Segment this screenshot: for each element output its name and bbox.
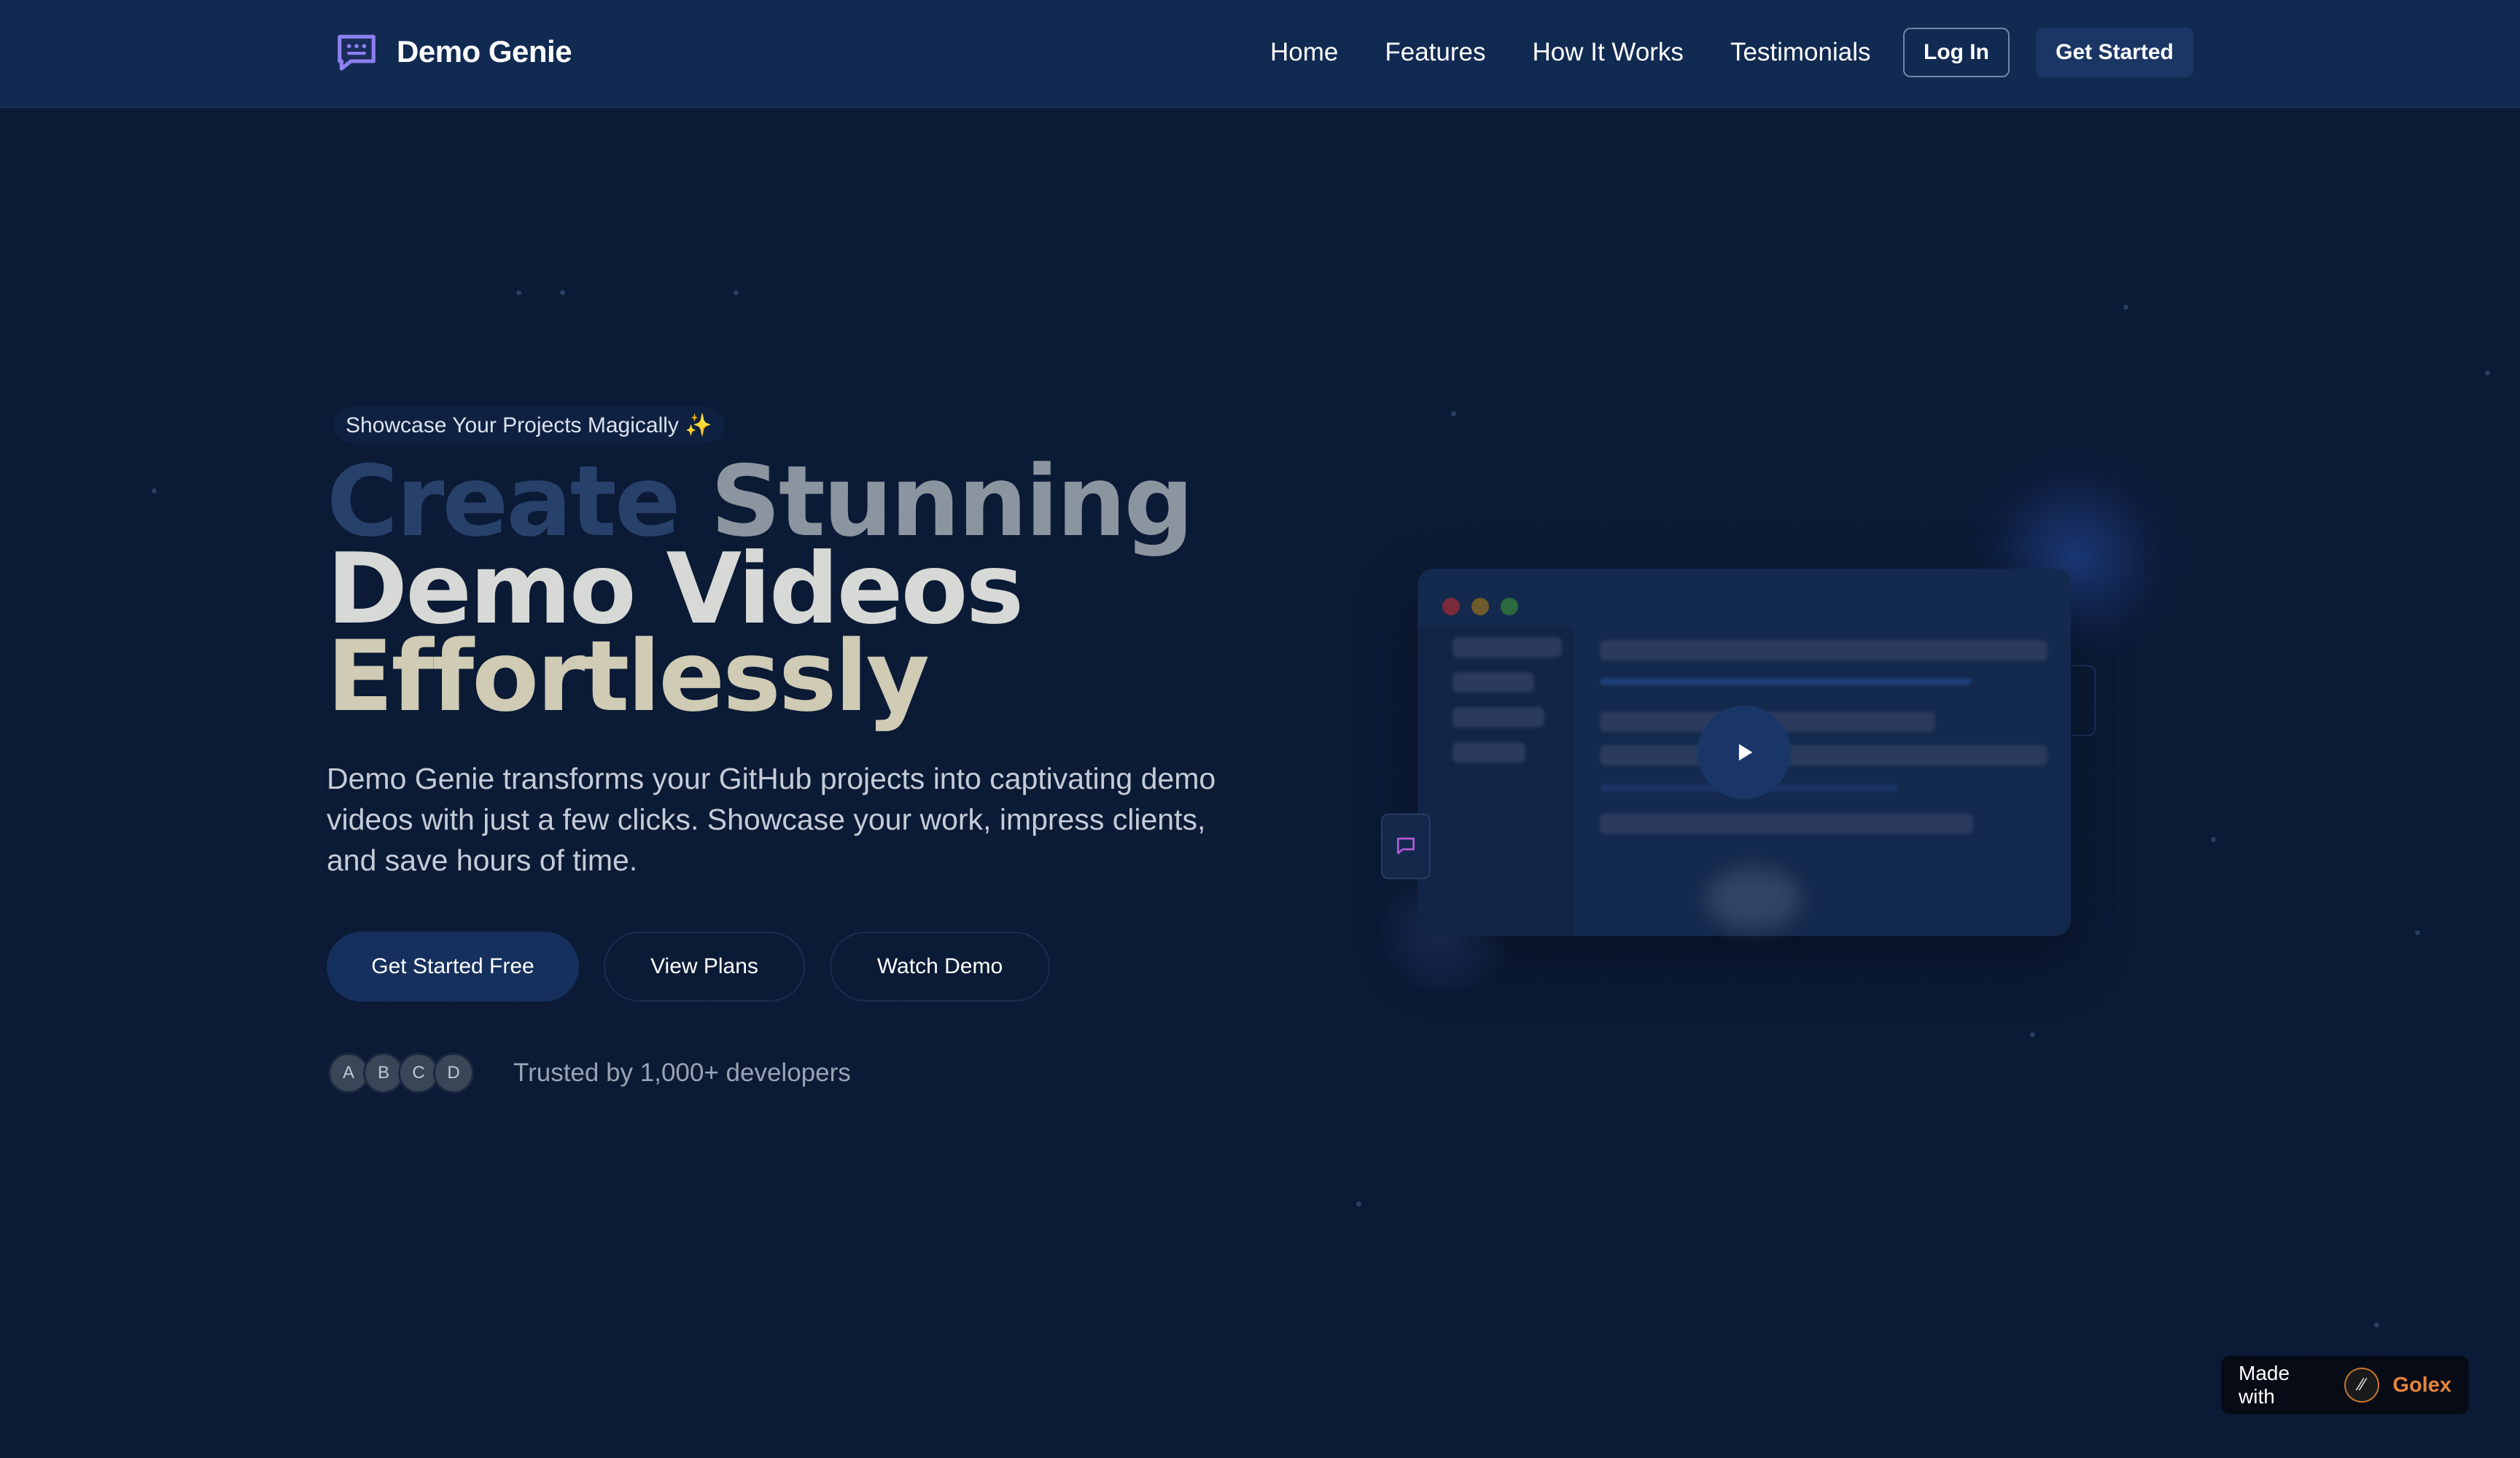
chat-bubble-icon (1397, 838, 1415, 854)
skeleton-line (1600, 745, 2048, 765)
get-started-free-button[interactable]: Get Started Free (327, 932, 579, 1002)
floating-chat-card (1381, 814, 1431, 879)
skeleton-line (1600, 678, 1972, 685)
hero-subtitle: Demo Genie transforms your GitHub projec… (327, 762, 1216, 877)
preview-sidebar (1418, 627, 1574, 936)
nav-links: Home Features How It Works Testimonials (1270, 38, 1871, 67)
background-star (2374, 1322, 2379, 1328)
background-star (1356, 1201, 1361, 1206)
background-star (2030, 1032, 2035, 1037)
avatar: D (433, 1053, 474, 1094)
hero-headline: Create Stunning Demo Videos Effortlessly (327, 453, 1194, 733)
watch-demo-button[interactable]: Watch Demo (830, 932, 1050, 1002)
background-star (2123, 305, 2128, 310)
window-dot-yellow (1471, 598, 1489, 615)
top-navbar: Demo Genie Home Features How It Works Te… (0, 0, 2520, 108)
nav-link-how-it-works[interactable]: How It Works (1533, 38, 1684, 67)
play-icon (1738, 744, 1753, 761)
window-dot-green (1501, 598, 1518, 615)
made-with-text: Made with (2239, 1362, 2290, 1408)
brand[interactable]: Demo Genie (334, 29, 572, 74)
background-star (2485, 370, 2490, 375)
headline-line-3: Effortlessly (327, 620, 930, 733)
brand-name: Demo Genie (397, 34, 572, 69)
hero-badge: Showcase Your Projects Magically ✨ (334, 407, 724, 443)
decorative-blob (1706, 868, 1801, 930)
golex-logo-icon: ⁄⁄ (2344, 1368, 2380, 1403)
nav-link-home[interactable]: Home (1270, 38, 1338, 67)
background-star (516, 290, 521, 295)
made-with-badge[interactable]: Made with ⁄⁄ Golex (2221, 1356, 2469, 1414)
background-star (2211, 837, 2216, 842)
play-button[interactable] (1698, 706, 1791, 799)
background-star (560, 290, 565, 295)
skeleton-line (1452, 672, 1534, 693)
skeleton-line (1452, 707, 1544, 728)
skeleton-line (1452, 742, 1525, 763)
window-dot-red (1442, 598, 1460, 615)
background-star (2415, 930, 2420, 935)
background-star (734, 290, 739, 295)
background-star (152, 488, 157, 494)
nav-link-testimonials[interactable]: Testimonials (1730, 38, 1871, 67)
get-started-button[interactable]: Get Started (2036, 28, 2193, 77)
nav-link-features[interactable]: Features (1385, 38, 1485, 67)
trusted-text: Trusted by 1,000+ developers (513, 1059, 851, 1087)
view-plans-button[interactable]: View Plans (604, 932, 805, 1002)
skeleton-line (1600, 814, 1973, 834)
login-button[interactable]: Log In (1903, 28, 2010, 77)
skeleton-line (1600, 640, 2048, 660)
chat-logo-icon (338, 34, 376, 71)
golex-brand: Golex (2392, 1373, 2451, 1397)
skeleton-line (1452, 637, 1562, 658)
background-star (1451, 411, 1456, 416)
avatar-group: A B C D (328, 1053, 474, 1094)
